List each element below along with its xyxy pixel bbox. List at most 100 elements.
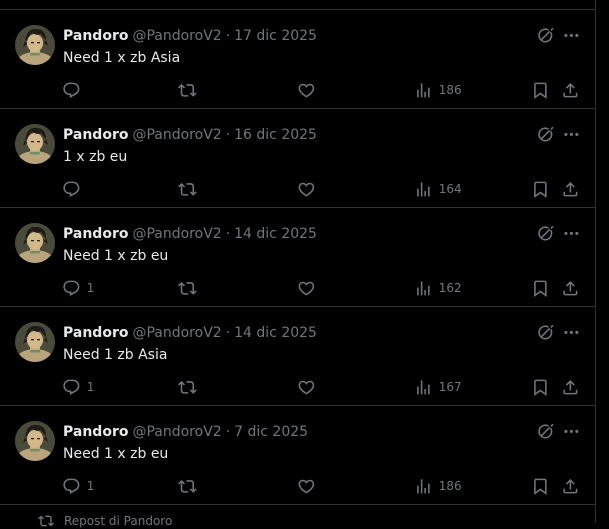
separator-dot: · <box>225 424 231 440</box>
separator-dot: · <box>225 127 231 143</box>
view-count: 164 <box>438 182 462 196</box>
more-button[interactable] <box>561 225 581 245</box>
share-icon <box>561 378 580 397</box>
share-button[interactable] <box>561 179 580 199</box>
grok-icon <box>536 422 555 445</box>
views-icon <box>414 81 433 100</box>
grok-icon <box>536 224 555 247</box>
view-count: 167 <box>438 380 462 394</box>
bookmark-button[interactable] <box>531 377 550 397</box>
user-handle: @PandoroV2 <box>132 325 222 341</box>
user-handle: @PandoroV2 <box>132 424 222 440</box>
post[interactable]: Pandoro @PandoroV2 · 16 dic 2025 1 x zb eu 16… <box>0 109 596 208</box>
grok-button[interactable] <box>535 27 555 47</box>
more-button[interactable] <box>561 27 581 47</box>
grok-button[interactable] <box>535 126 555 146</box>
more-icon <box>562 224 581 247</box>
display-name: Pandoro <box>63 226 129 242</box>
profile-timeline: Pandoro @PandoroV2 · 17 dic 2025 Need 1 x zb… <box>0 0 596 523</box>
post-date: 14 dic 2025 <box>234 325 317 341</box>
bookmark-icon <box>531 81 550 100</box>
heart-icon <box>297 477 316 496</box>
share-button[interactable] <box>561 278 580 298</box>
repost-button[interactable] <box>178 179 203 199</box>
display-name: Pandoro <box>63 127 129 143</box>
display-name: Pandoro <box>63 424 129 440</box>
avatar[interactable] <box>15 25 55 65</box>
share-button[interactable] <box>561 476 580 496</box>
avatar[interactable] <box>15 223 55 263</box>
replie-count: 1 <box>86 281 95 295</box>
like-button[interactable] <box>297 179 322 199</box>
user-handle: @PandoroV2 <box>132 226 222 242</box>
like-button[interactable] <box>297 476 322 496</box>
bookmark-button[interactable] <box>531 278 550 298</box>
bookmark-button[interactable] <box>531 80 550 100</box>
reply-button[interactable] <box>62 179 87 199</box>
post-header: Pandoro @PandoroV2 · 14 dic 2025 <box>63 224 317 244</box>
share-icon <box>561 81 580 100</box>
view-count: 186 <box>438 479 462 493</box>
reply-button[interactable]: 1 <box>62 476 94 496</box>
post-date: 16 dic 2025 <box>234 127 317 143</box>
bookmark-button[interactable] <box>531 179 550 199</box>
repost-context-label: Repost di Pandoro <box>64 514 173 528</box>
repost-button[interactable] <box>178 80 203 100</box>
display-name: Pandoro <box>63 325 129 341</box>
reply-button[interactable]: 1 <box>62 278 94 298</box>
repost-button[interactable] <box>178 377 203 397</box>
repost-button[interactable] <box>178 476 203 496</box>
bookmark-button[interactable] <box>531 476 550 496</box>
views-icon <box>414 477 433 496</box>
more-icon <box>562 125 581 148</box>
post[interactable]: Pandoro @PandoroV2 · 14 dic 2025 Need 1 zb A… <box>0 307 596 406</box>
views-button[interactable]: 186 <box>414 80 462 100</box>
avatar[interactable] <box>15 322 55 362</box>
repost-button[interactable] <box>178 278 203 298</box>
like-button[interactable] <box>297 377 322 397</box>
post-text: Need 1 zb Asia <box>63 347 168 363</box>
grok-icon <box>536 26 555 49</box>
bookmark-icon <box>531 180 550 199</box>
post[interactable]: Pandoro @PandoroV2 · 14 dic 2025 Need 1 x zb… <box>0 208 596 307</box>
post-header: Pandoro @PandoroV2 · 14 dic 2025 <box>63 323 317 343</box>
share-button[interactable] <box>561 80 580 100</box>
bookmark-icon <box>531 378 550 397</box>
post-header: Pandoro @PandoroV2 · 17 dic 2025 <box>63 26 317 46</box>
share-button[interactable] <box>561 377 580 397</box>
more-icon <box>562 26 581 49</box>
post-text: 1 x zb eu <box>63 149 128 165</box>
separator-dot: · <box>225 226 231 242</box>
post-date: 14 dic 2025 <box>234 226 317 242</box>
replie-count: 1 <box>86 380 95 394</box>
more-button[interactable] <box>561 324 581 344</box>
like-button[interactable] <box>297 80 322 100</box>
like-button[interactable] <box>297 278 322 298</box>
post[interactable]: Pandoro @PandoroV2 · 17 dic 2025 Need 1 x zb… <box>0 10 596 109</box>
more-button[interactable] <box>561 126 581 146</box>
heart-icon <box>297 81 316 100</box>
grok-button[interactable] <box>535 423 555 443</box>
views-button[interactable]: 162 <box>414 278 462 298</box>
reply-button[interactable]: 1 <box>62 377 94 397</box>
views-button[interactable]: 167 <box>414 377 462 397</box>
post[interactable]: Pandoro @PandoroV2 · 7 dic 2025 Need 1 x zb … <box>0 406 596 505</box>
repost-icon <box>178 477 197 496</box>
repost-icon <box>178 378 197 397</box>
bookmark-icon <box>531 477 550 496</box>
grok-button[interactable] <box>535 324 555 344</box>
user-handle: @PandoroV2 <box>132 127 222 143</box>
post-date: 17 dic 2025 <box>234 28 317 44</box>
repost-icon <box>178 180 197 199</box>
views-button[interactable]: 164 <box>414 179 462 199</box>
avatar[interactable] <box>15 124 55 164</box>
grok-icon <box>536 125 555 148</box>
grok-button[interactable] <box>535 225 555 245</box>
avatar[interactable] <box>15 421 55 461</box>
views-icon <box>414 279 433 298</box>
reply-icon <box>62 279 81 298</box>
more-button[interactable] <box>561 423 581 443</box>
reply-button[interactable] <box>62 80 87 100</box>
bookmark-icon <box>531 279 550 298</box>
views-button[interactable]: 186 <box>414 476 462 496</box>
